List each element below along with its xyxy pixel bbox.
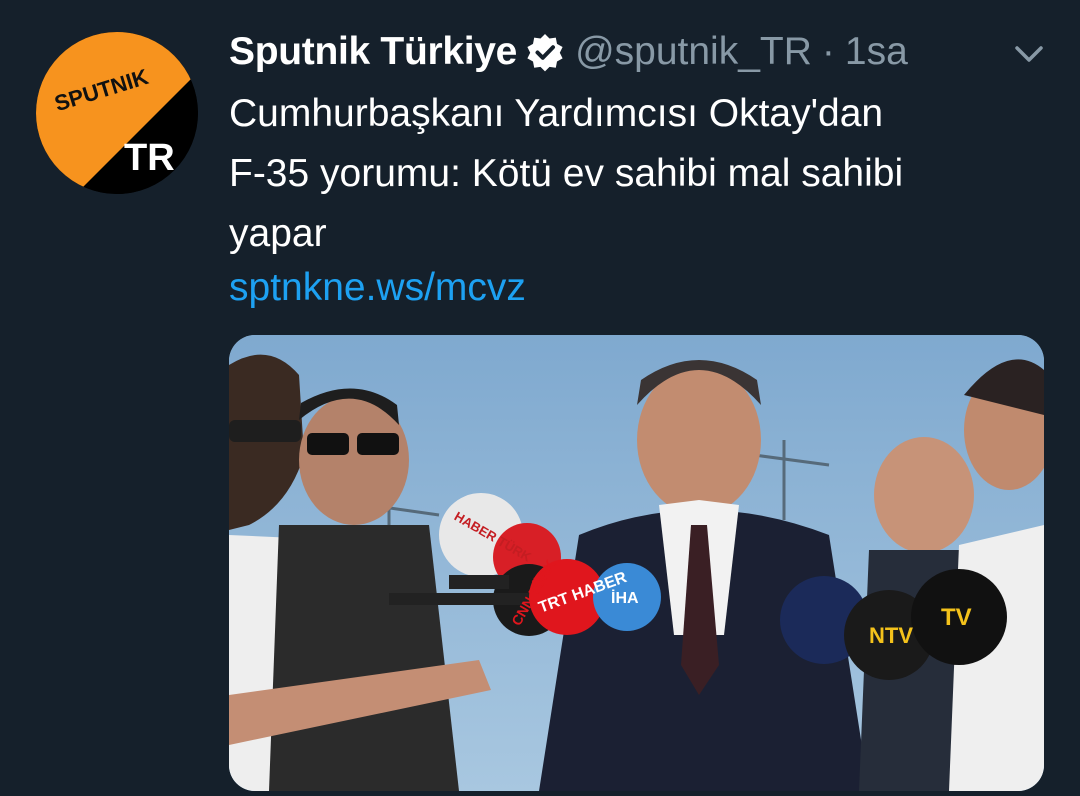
tweet-header: Sputnik Türkiye @sputnik_TR · 1sa: [229, 24, 908, 80]
tweet-text-line: F-35 yorumu: Kötü ev sahibi mal sahibi: [229, 152, 904, 195]
tweet-text-line: Cumhurbaşkanı Yardımcısı Oktay'dan: [229, 92, 884, 135]
profile-avatar[interactable]: SPUTNIK TR: [36, 32, 198, 194]
mic-flag-label: NTV: [869, 623, 913, 648]
tweet-link[interactable]: sptnkne.ws/mcvz: [229, 258, 526, 318]
mic-flag-label: TV: [941, 604, 972, 631]
tweet-timestamp[interactable]: 1sa: [845, 30, 908, 74]
separator-dot: ·: [821, 30, 835, 73]
tweet-media-photo[interactable]: HABER TÜRK CNN TÜRK TRT HABER İHA NTV TV: [229, 335, 1044, 791]
tweet-text-line: yapar: [229, 212, 327, 255]
mic-flag-label: İHA: [611, 589, 639, 607]
chevron-down-icon[interactable]: [1011, 40, 1047, 68]
logo-suffix: TR: [124, 137, 175, 179]
author-name[interactable]: Sputnik Türkiye: [229, 30, 517, 74]
sputnik-logo: SPUTNIK TR: [36, 32, 198, 194]
tweet-text: Cumhurbaşkanı Yardımcısı Oktay'dan F-35 …: [229, 84, 1049, 264]
press-scene-image: HABER TÜRK CNN TÜRK TRT HABER İHA NTV TV: [229, 335, 1044, 791]
verified-badge-icon: [525, 32, 565, 72]
author-handle[interactable]: @sputnik_TR: [575, 30, 812, 74]
